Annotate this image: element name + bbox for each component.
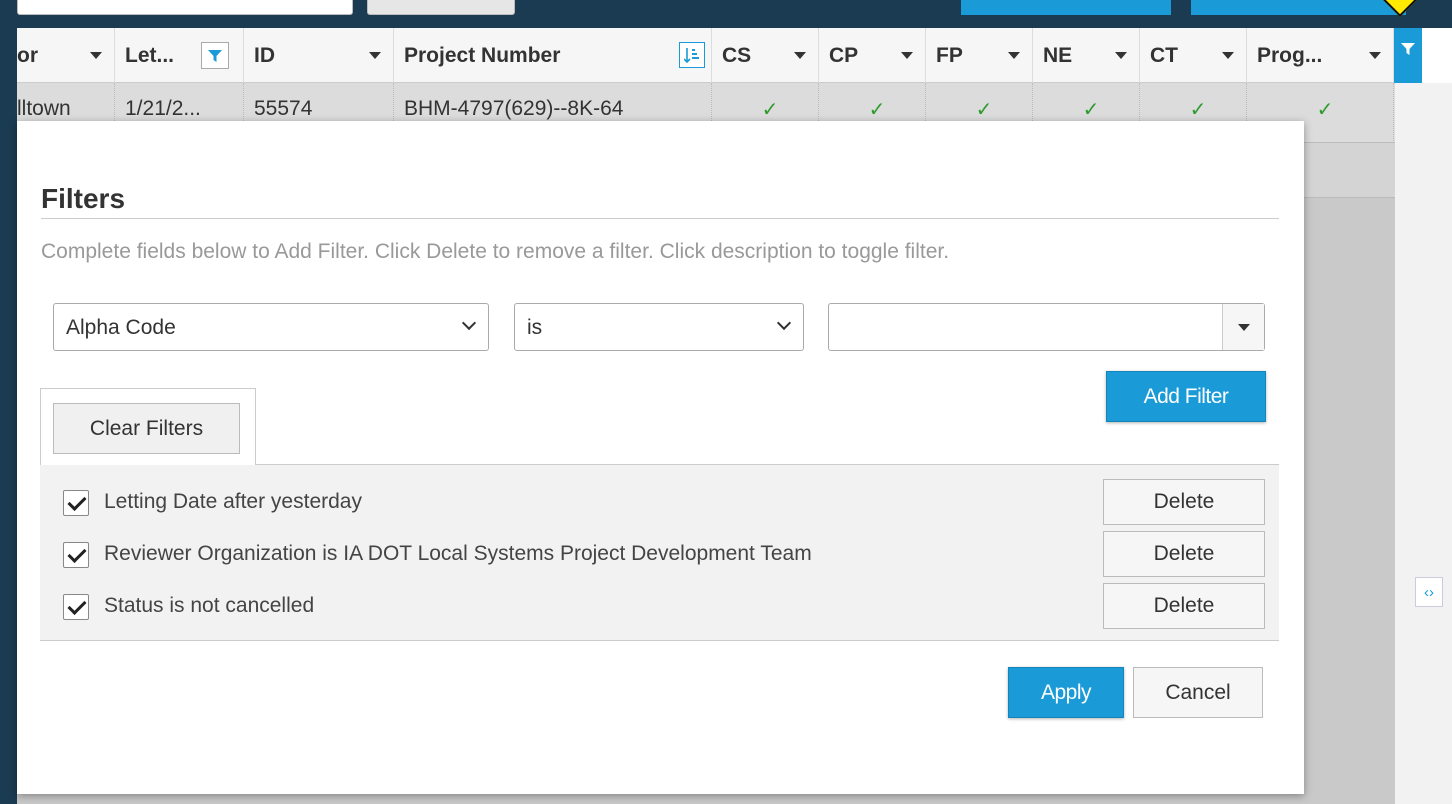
column-label: Project Number [404, 43, 561, 67]
chevron-down-icon[interactable] [90, 52, 102, 59]
column-label: CP [829, 43, 859, 67]
filter-field-value: Alpha Code [66, 316, 176, 339]
column-header-cs[interactable]: CS [712, 28, 819, 83]
delete-filter-button[interactable]: Delete [1103, 583, 1265, 629]
search-input[interactable] [17, 0, 353, 15]
column-label: ID [254, 43, 275, 67]
column-header-id[interactable]: ID [244, 28, 394, 83]
filter-item: Status is not cancelled Delete [40, 582, 1279, 630]
chevron-down-icon [776, 315, 792, 331]
filter-icon [1401, 43, 1415, 55]
column-header-ne[interactable]: NE [1033, 28, 1140, 83]
check-icon: ✓ [1082, 99, 1100, 121]
collapse-icon[interactable]: ‹› [1415, 577, 1443, 607]
filter-operator-value: is [527, 316, 543, 339]
check-icon: ✓ [761, 99, 779, 121]
filter-toggle-checkbox[interactable] [63, 594, 89, 620]
filter-description[interactable]: Reviewer Organization is IA DOT Local Sy… [104, 542, 812, 566]
delete-filter-button[interactable]: Delete [1103, 479, 1265, 525]
chevron-down-icon[interactable] [794, 52, 806, 59]
filter-description[interactable]: Status is not cancelled [104, 594, 314, 618]
cancel-button[interactable]: Cancel [1133, 667, 1263, 718]
column-header-fp[interactable]: FP [926, 28, 1033, 83]
dialog-help-text: Complete fields below to Add Filter. Cli… [41, 240, 950, 263]
check-icon: ✓ [1189, 99, 1207, 121]
column-label: NE [1043, 43, 1073, 67]
chevron-down-icon[interactable] [901, 52, 913, 59]
top-toolbar [17, 0, 1452, 28]
check-icon: ✓ [868, 99, 886, 121]
search-button[interactable] [367, 0, 515, 15]
divider [41, 218, 1279, 219]
delete-filter-button[interactable]: Delete [1103, 531, 1265, 577]
filter-item: Letting Date after yesterday Delete [40, 478, 1279, 526]
dialog-title: Filters [41, 183, 126, 214]
check-icon: ✓ [1316, 99, 1334, 121]
column-label: or [17, 43, 38, 67]
filters-dialog: Filters Complete fields below to Add Fil… [17, 121, 1304, 794]
chevron-down-icon[interactable] [1115, 52, 1127, 59]
filter-toggle-checkbox[interactable] [63, 490, 89, 516]
column-label: Prog... [1257, 43, 1323, 67]
filter-toggle-checkbox[interactable] [63, 542, 89, 568]
column-header-progress[interactable]: Prog... [1247, 28, 1394, 83]
filter-item: Reviewer Organization is IA DOT Local Sy… [40, 530, 1279, 578]
filter-description[interactable]: Letting Date after yesterday [104, 490, 362, 514]
toolbar-action-button-2[interactable] [1191, 0, 1406, 15]
column-label: CS [722, 43, 752, 67]
chevron-down-icon [461, 315, 477, 331]
chevron-down-icon[interactable] [1222, 52, 1234, 59]
side-panel-rail [1395, 83, 1452, 804]
chevron-down-icon[interactable] [1369, 52, 1381, 59]
filter-value-combobox[interactable] [828, 303, 1265, 351]
check-icon: ✓ [975, 99, 993, 121]
sort-icon[interactable] [679, 42, 705, 68]
combobox-dropdown-button[interactable] [1222, 304, 1264, 350]
filter-icon[interactable] [201, 42, 229, 69]
column-header-city[interactable]: or [17, 28, 115, 83]
add-filter-button[interactable]: Add Filter [1106, 371, 1266, 422]
header-filter-button[interactable] [1394, 28, 1422, 83]
column-header-project-number[interactable]: Project Number [394, 28, 712, 83]
column-label: Let... [125, 43, 175, 67]
column-label: FP [936, 43, 963, 67]
filter-field-select[interactable]: Alpha Code [53, 303, 489, 351]
column-header-letting-date[interactable]: Let... [115, 28, 244, 83]
chevron-down-icon[interactable] [1008, 52, 1020, 59]
column-header-ct[interactable]: CT [1140, 28, 1247, 83]
active-filters-list: Letting Date after yesterday Delete Revi… [40, 465, 1279, 641]
apply-button[interactable]: Apply [1008, 667, 1124, 718]
chevron-down-icon [1238, 324, 1250, 331]
filter-operator-select[interactable]: is [514, 303, 804, 351]
column-label: CT [1150, 43, 1178, 67]
chevron-down-icon[interactable] [369, 52, 381, 59]
clear-filters-button[interactable]: Clear Filters [53, 403, 240, 454]
column-header-cp[interactable]: CP [819, 28, 926, 83]
toolbar-action-button-1[interactable] [961, 0, 1171, 15]
grid-header: or Let... ID Project Number CS CP FP NE … [17, 28, 1412, 83]
